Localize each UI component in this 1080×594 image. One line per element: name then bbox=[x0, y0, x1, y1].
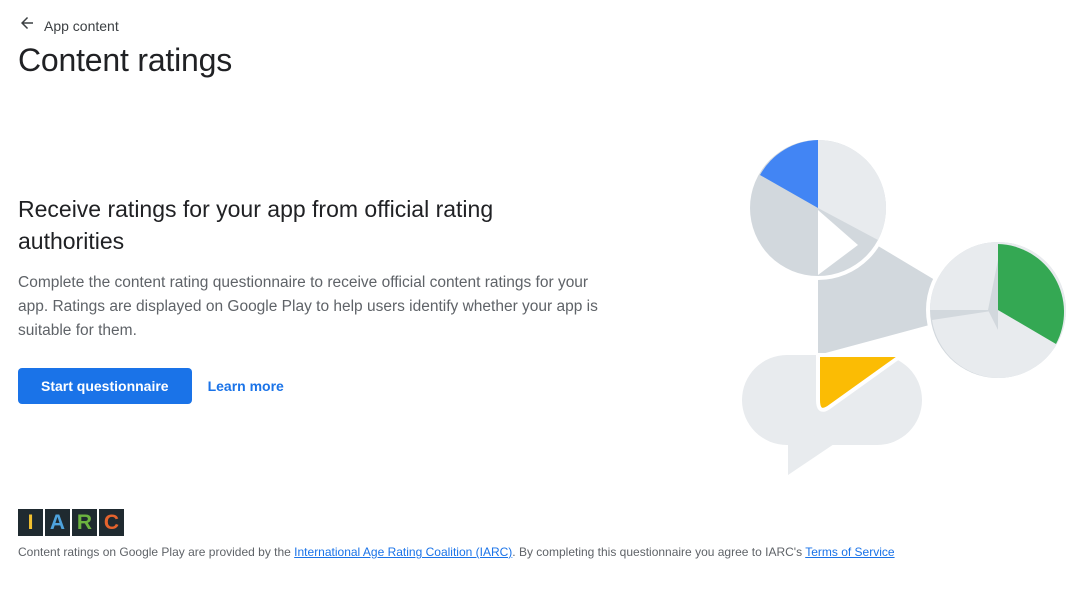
terms-of-service-link[interactable]: Terms of Service bbox=[805, 545, 894, 559]
speech-bubbles-graphic bbox=[742, 136, 1070, 475]
iarc-link[interactable]: International Age Rating Coalition (IARC… bbox=[294, 545, 512, 559]
action-bar: Start questionnaire Learn more bbox=[18, 368, 284, 404]
footer-disclaimer: Content ratings on Google Play are provi… bbox=[18, 545, 895, 559]
arrow-back-icon bbox=[18, 14, 36, 37]
start-questionnaire-button[interactable]: Start questionnaire bbox=[18, 368, 192, 404]
iarc-letter-i: I bbox=[18, 509, 43, 536]
content-rating-illustration bbox=[730, 130, 1075, 480]
learn-more-link[interactable]: Learn more bbox=[208, 378, 284, 394]
iarc-logo: I A R C bbox=[18, 509, 124, 536]
page-title: Content ratings bbox=[18, 42, 233, 78]
iarc-letter-a: A bbox=[45, 509, 70, 536]
hero-description: Complete the content rating questionnair… bbox=[18, 274, 598, 339]
iarc-letter-r: R bbox=[72, 509, 97, 536]
footer-text-before: Content ratings on Google Play are provi… bbox=[18, 545, 295, 559]
footer-text-middle: . By completing this questionnaire you a… bbox=[512, 545, 806, 559]
back-link[interactable]: App content bbox=[18, 14, 119, 37]
hero-heading: Receive ratings for your app from offici… bbox=[18, 196, 494, 254]
back-link-label: App content bbox=[44, 17, 119, 34]
iarc-letter-c: C bbox=[99, 509, 124, 536]
